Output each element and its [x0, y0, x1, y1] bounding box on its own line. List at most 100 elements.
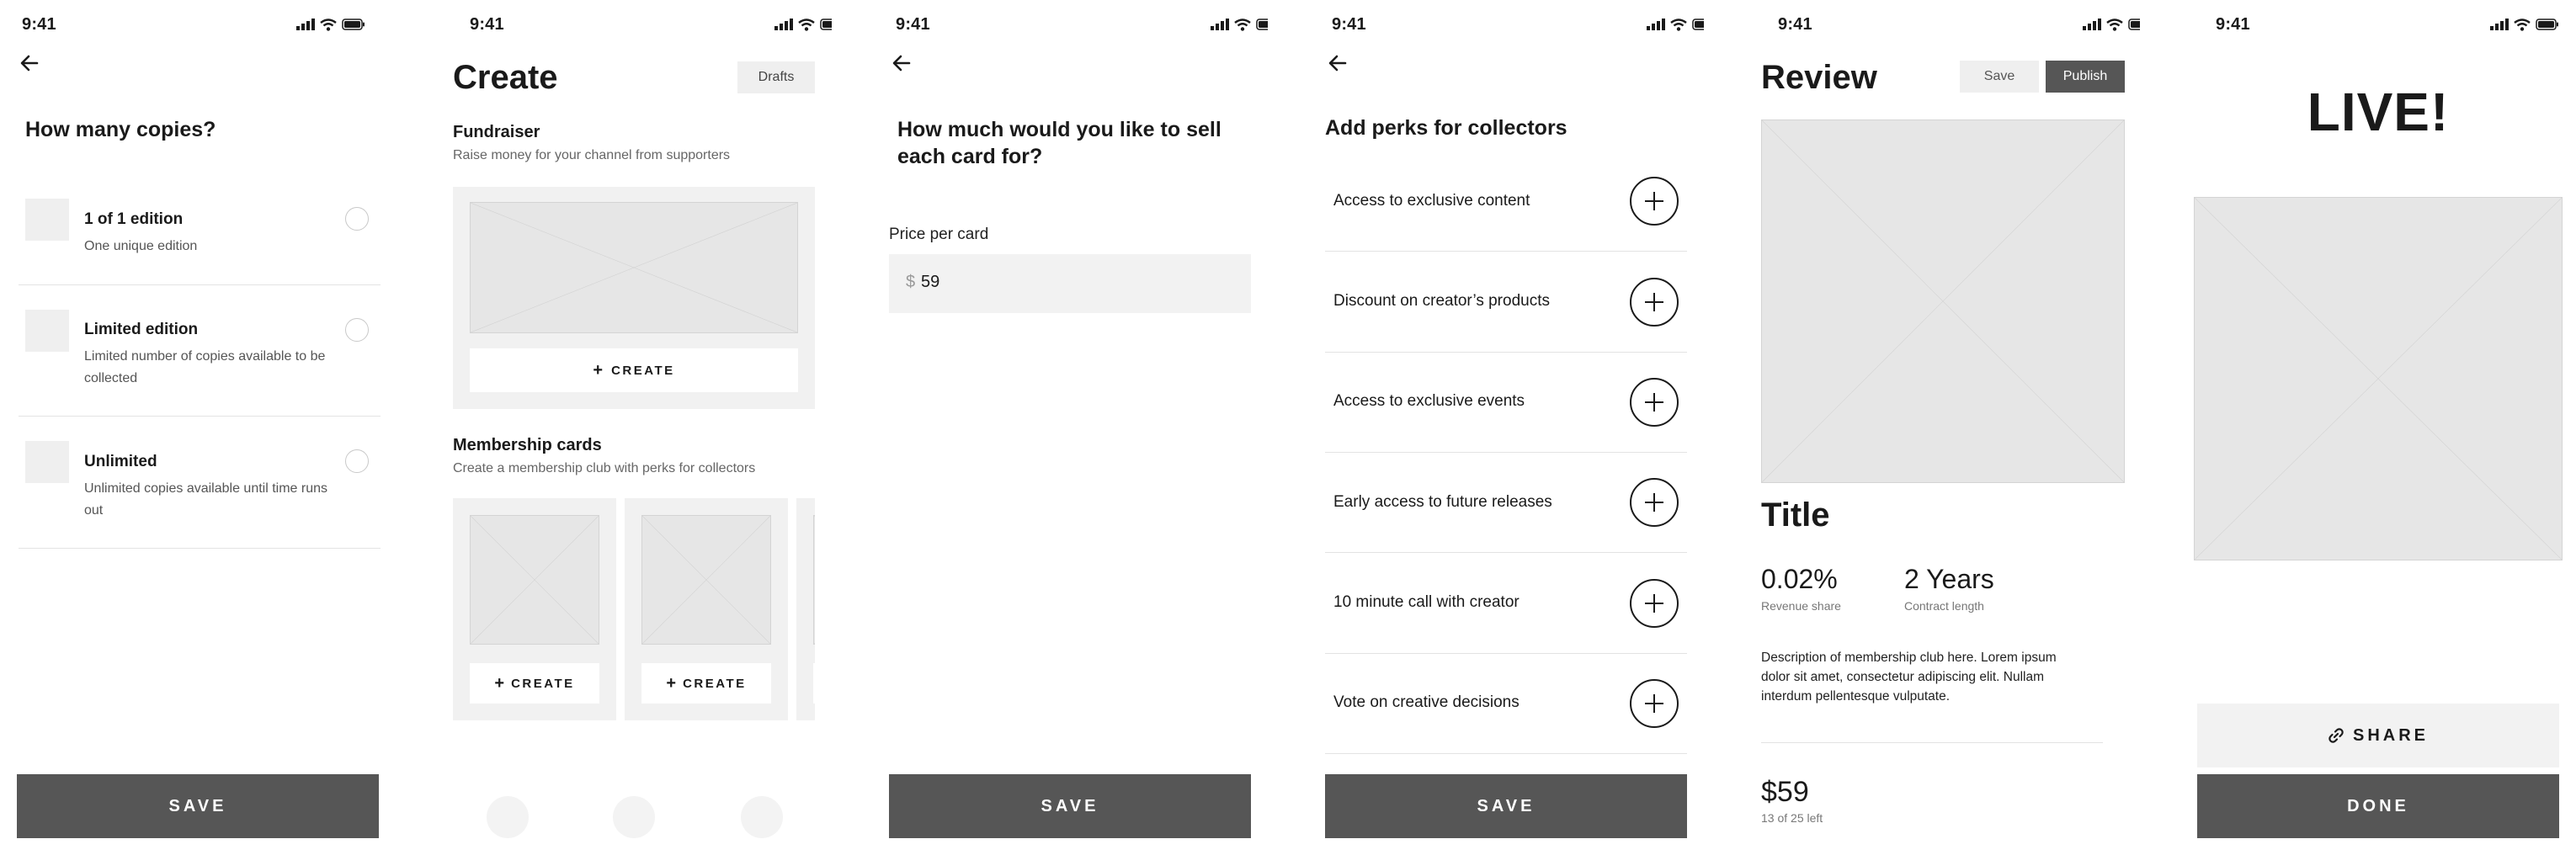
page-dot[interactable]: [613, 796, 655, 838]
wifi-icon: [2514, 19, 2531, 31]
status-bar: 9:41: [2216, 15, 2559, 35]
divider: [1325, 251, 1687, 252]
plus-icon: +: [494, 673, 505, 693]
create-membership-button[interactable]: + CREATE: [641, 663, 771, 704]
option-radio[interactable]: [345, 318, 369, 342]
wifi-icon: [2106, 19, 2123, 31]
price-input[interactable]: $ 59: [889, 254, 1251, 313]
option-thumbnail: [25, 199, 69, 241]
status-time: 9:41: [1778, 15, 1812, 34]
option-title: Unlimited: [84, 453, 157, 470]
membership-title: Membership cards: [453, 436, 602, 454]
add-perk-icon[interactable]: [1630, 679, 1679, 728]
signal-icon: [2083, 19, 2101, 30]
done-button[interactable]: DONE: [2197, 774, 2559, 838]
image-placeholder: [470, 202, 798, 333]
fundraiser-title: Fundraiser: [453, 123, 540, 141]
membership-subtitle: Create a membership club with perks for …: [453, 461, 756, 475]
membership-card: [796, 498, 815, 720]
page-title: Add perks for collectors: [1325, 116, 1567, 140]
save-draft-button[interactable]: Save: [1960, 61, 2039, 93]
add-perk-icon[interactable]: [1630, 378, 1679, 427]
wifi-icon: [320, 19, 337, 31]
membership-carousel[interactable]: + CREATE + CREATE: [453, 498, 815, 722]
create-label: CREATE: [683, 676, 747, 691]
status-bar: 9:41: [1778, 15, 2140, 35]
status-bar: 9:41: [470, 15, 832, 35]
page-title: Create: [453, 59, 558, 96]
create-fundraiser-button[interactable]: + CREATE: [470, 348, 798, 392]
page-dot[interactable]: [487, 796, 529, 838]
create-label: CREATE: [611, 363, 675, 378]
status-icons: [296, 19, 365, 32]
page-title: How many copies?: [25, 118, 216, 141]
battery-icon: [2128, 19, 2140, 30]
divider: [1325, 352, 1687, 353]
signal-icon: [2490, 19, 2509, 30]
add-perk-icon[interactable]: [1630, 579, 1679, 628]
add-perk-icon[interactable]: [1630, 278, 1679, 327]
back-arrow-icon[interactable]: [19, 52, 40, 74]
signal-icon: [1647, 19, 1665, 30]
status-icons: [2490, 19, 2559, 32]
create-membership-button[interactable]: [813, 663, 815, 704]
back-arrow-icon[interactable]: [1327, 52, 1349, 74]
save-button[interactable]: SAVE: [1325, 774, 1687, 838]
page-dot[interactable]: [741, 796, 783, 838]
signal-icon: [774, 19, 793, 30]
image-placeholder: [470, 515, 599, 645]
share-label: SHARE: [2352, 725, 2429, 745]
drafts-button[interactable]: Drafts: [737, 61, 815, 93]
option-title: 1 of 1 edition: [84, 210, 184, 228]
option-radio[interactable]: [345, 449, 369, 473]
back-arrow-icon[interactable]: [891, 52, 913, 74]
copies-screen: 9:41 How many copies? 1 of 1 edition One…: [0, 0, 387, 855]
save-button[interactable]: SAVE: [17, 774, 379, 838]
price-field-label: Price per card: [889, 226, 989, 243]
status-bar: 9:41: [22, 15, 365, 35]
status-icons: [2083, 19, 2140, 32]
option-title: Limited edition: [84, 321, 199, 338]
status-time: 9:41: [470, 15, 504, 34]
fundraiser-subtitle: Raise money for your channel from suppor…: [453, 148, 731, 162]
price-value: 59: [921, 273, 940, 291]
link-icon: [2329, 728, 2344, 743]
perk-label: 10 minute call with creator: [1333, 593, 1520, 611]
option-description: Limited number of copies available to be…: [84, 349, 326, 385]
currency-symbol: $: [906, 273, 916, 291]
option-thumbnail: [25, 441, 69, 483]
divider: [1761, 742, 2103, 743]
plus-icon: +: [593, 360, 604, 380]
remaining-count: 13 of 25 left: [1761, 811, 1823, 825]
card-image-placeholder: [1761, 119, 2125, 483]
save-button[interactable]: SAVE: [889, 774, 1251, 838]
card-title: Title: [1761, 497, 1830, 534]
wifi-icon: [798, 19, 815, 31]
option-radio[interactable]: [345, 207, 369, 231]
create-screen: 9:41 Create Drafts Fundraiser Raise mone…: [436, 0, 832, 855]
divider: [1325, 452, 1687, 453]
divider: [19, 284, 381, 285]
status-time: 9:41: [1332, 15, 1366, 34]
contract-length-label: Contract length: [1904, 599, 1984, 613]
live-screen: 9:41 LIVE! SHARE DONE: [2180, 0, 2576, 855]
revenue-share-label: Revenue share: [1761, 599, 1841, 613]
option-description: Unlimited copies available until time ru…: [84, 481, 328, 518]
publish-button[interactable]: Publish: [2046, 61, 2125, 93]
create-membership-button[interactable]: + CREATE: [470, 663, 599, 704]
card-image-placeholder: [2194, 197, 2563, 560]
review-screen: 9:41 Review Save Publish Title 0.02% Rev…: [1744, 0, 2140, 855]
price-screen: 9:41 How much would you like to sell eac…: [872, 0, 1268, 855]
add-perk-icon[interactable]: [1630, 478, 1679, 527]
divider: [19, 416, 381, 417]
battery-icon: [342, 19, 365, 30]
divider: [1325, 552, 1687, 553]
wifi-icon: [1234, 19, 1251, 31]
battery-icon: [2536, 19, 2558, 30]
live-title: LIVE!: [2307, 82, 2450, 142]
page-title: How much would you like to sell each car…: [897, 118, 1221, 168]
status-time: 9:41: [22, 15, 56, 34]
share-button[interactable]: SHARE: [2197, 704, 2559, 767]
add-perk-icon[interactable]: [1630, 177, 1679, 226]
image-placeholder: [641, 515, 771, 645]
